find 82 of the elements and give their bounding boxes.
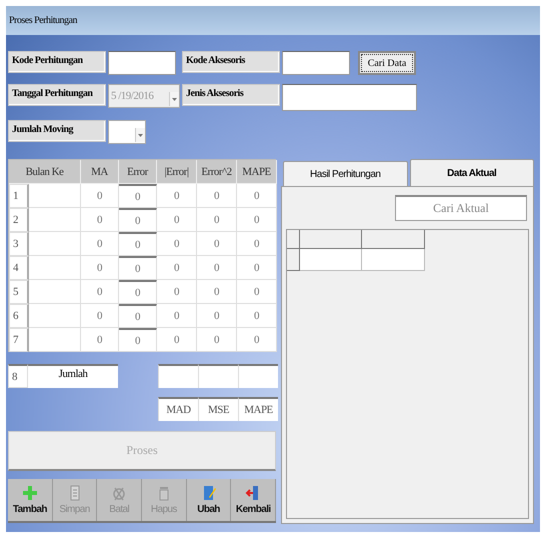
search-button[interactable]: Cari Data [358,51,416,75]
table-cell: 0 [81,232,119,256]
table-cell: 0 [237,304,277,328]
table-cell: 0 [81,280,119,304]
cross-icon [111,485,128,501]
table-cell [29,280,81,304]
table-cell: 0 [157,208,197,232]
table-cell: 0 [119,304,157,328]
table-cell: 0 [81,208,119,232]
table-cell: 0 [157,328,197,352]
total-field [198,364,238,388]
table-cell: 0 [197,280,237,304]
table-cell: 0 [119,256,157,280]
table-cell: 0 [119,208,157,232]
table-cell: 0 [119,280,157,304]
table-cell: 0 [197,232,237,256]
row-number: 6 [9,304,29,328]
table-cell: 0 [157,304,197,328]
table-cell: 0 [197,304,237,328]
table-cell: 0 [157,280,197,304]
toolbar-button[interactable]: Tambah [8,479,53,521]
total-field [238,364,278,388]
table-cell: 0 [81,184,119,208]
table-cell: 0 [237,280,277,304]
input-field[interactable] [108,51,176,75]
tab[interactable]: Hasil Perhitungan [283,161,408,186]
plus-icon [22,485,38,501]
row-number: 3 [9,232,29,256]
row-number: 4 [9,256,29,280]
tab[interactable]: Data Aktual [410,159,534,186]
input-field[interactable] [282,84,417,111]
table-cell: 0 [119,184,157,208]
total-field [158,364,198,388]
table-cell: 0 [81,256,119,280]
summary-label: MSE [198,397,238,421]
table-cell: 0 [119,328,157,352]
column-header: |Error| [157,160,197,184]
column-header: MAPE [237,160,277,184]
row-number: 8 [8,364,28,388]
table-cell: 0 [197,256,237,280]
toolbar-button[interactable]: Kembali [231,479,276,521]
table-cell [29,232,81,256]
table-cell: 0 [81,328,119,352]
field-label: Kode Aksesoris [182,51,280,73]
field-label: Tanggal Perhitungan [8,84,106,106]
table-cell [29,304,81,328]
table-cell: 0 [237,184,277,208]
table-cell [29,184,81,208]
table-cell: 0 [237,208,277,232]
field-label: Kode Perhitungan [8,51,106,73]
table-cell: 0 [157,184,197,208]
total-label: Jumlah [28,364,118,388]
row-number: 7 [9,328,29,352]
table-cell: 0 [197,328,237,352]
column-header: Error^2 [197,160,237,184]
table-cell: 0 [81,304,119,328]
summary-label: MAPE [238,397,278,421]
row-number: 5 [9,280,29,304]
table-cell: 0 [197,184,237,208]
summary-label: MAD [158,397,198,421]
field-label: Jenis Aksesoris [182,84,280,106]
input-field[interactable] [282,51,350,75]
row-number: 1 [9,184,29,208]
column-header: MA [81,160,119,184]
table-cell: 0 [157,256,197,280]
column-header: Error [119,160,157,184]
table-cell: 0 [237,328,277,352]
table-cell: 0 [237,256,277,280]
field-label: Jumlah Moving [8,120,106,142]
table-cell [29,208,81,232]
column-header: Bulan Ke [9,160,81,184]
table-cell: 0 [237,232,277,256]
row-number: 2 [9,208,29,232]
toolbar-button[interactable]: Ubah [186,479,232,521]
table-cell [29,256,81,280]
search-field[interactable]: Cari Aktual [395,195,527,221]
dropdown[interactable] [108,120,146,144]
table-cell: 0 [197,208,237,232]
window-title: Proses Perhitungan [9,15,77,26]
table-cell [29,328,81,352]
table-cell: 0 [157,232,197,256]
table-cell: 0 [119,232,157,256]
